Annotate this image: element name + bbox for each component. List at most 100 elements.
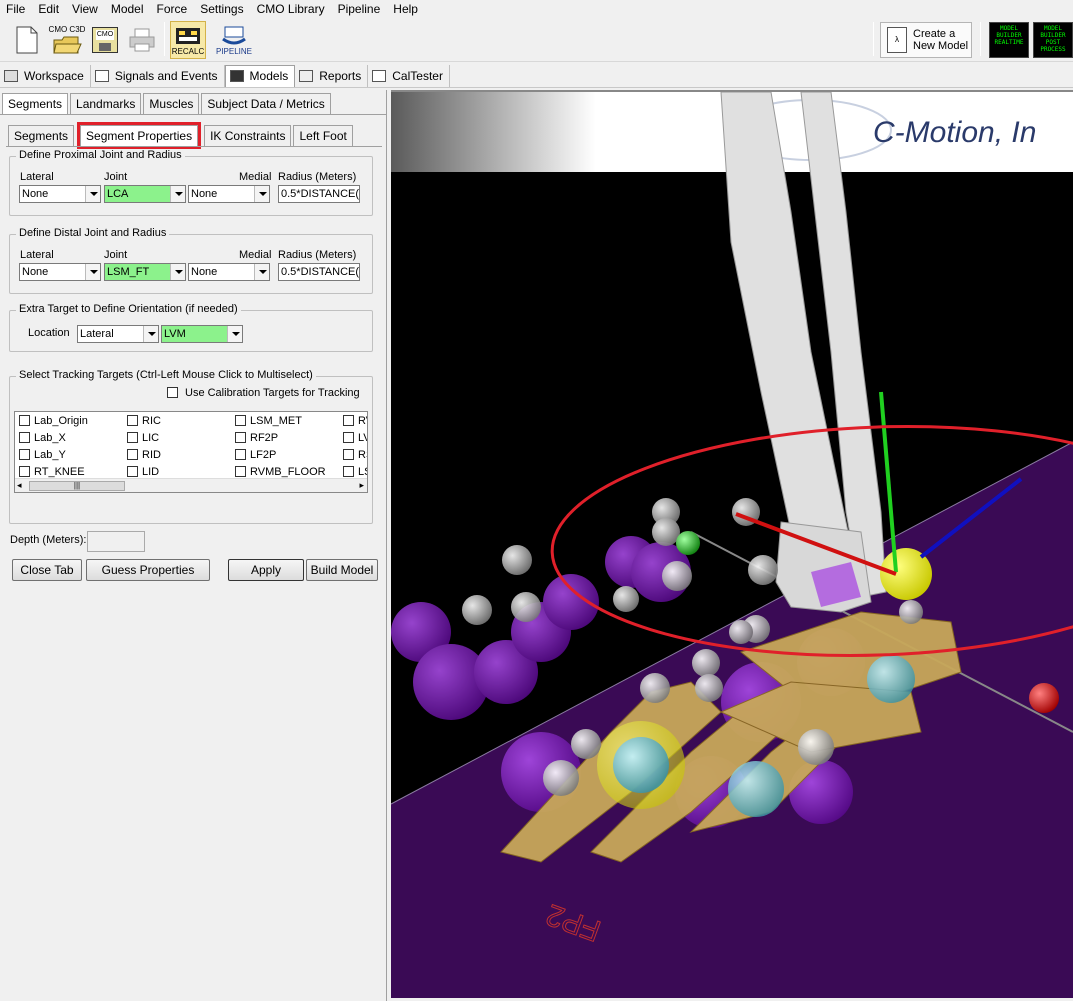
tab-workspace[interactable]: Workspace [0,64,91,87]
menu-edit[interactable]: Edit [32,0,66,18]
tracking-target-checkbox[interactable] [235,415,246,426]
subtab-segment-properties[interactable]: Segment Properties [77,122,202,149]
tracking-target-item[interactable]: LSM_MET [235,415,302,427]
extra-target-value: LVM [164,328,186,340]
save-cmo-button[interactable]: CMO [90,21,120,59]
new-file-button[interactable] [10,21,44,59]
tracking-target-label: Lab_X [34,432,66,444]
tab-reports[interactable]: Reports [295,64,369,87]
tracking-target-checkbox[interactable] [19,466,30,477]
distal-medial-value: None [191,266,218,278]
tab-models[interactable]: Models [224,64,296,87]
tab-caltester[interactable]: CalTester [368,64,450,87]
create-new-model-button[interactable]: λ Create a New Model [880,22,972,58]
tracking-target-checkbox[interactable] [19,449,30,460]
open-cmo-c3d-button[interactable]: CMO C3D [48,21,86,59]
tracking-target-checkbox[interactable] [235,432,246,443]
guess-properties-button[interactable]: Guess Properties [86,559,210,581]
tracking-target-item[interactable]: RS [343,449,367,461]
tracking-target-item[interactable]: RT_KNEE [19,466,85,478]
menu-cmo-library[interactable]: CMO Library [251,0,332,18]
proximal-group-title: Define Proximal Joint and Radius [16,149,185,161]
tracking-target-checkbox[interactable] [19,432,30,443]
location-select[interactable]: Lateral [77,325,159,343]
use-calibration-checkbox[interactable] [167,387,178,398]
proximal-medial-select[interactable]: None [188,185,270,203]
menu-view[interactable]: View [66,0,105,18]
proximal-radius-input[interactable]: 0.5*DISTANCE(I [278,185,360,203]
menu-pipeline[interactable]: Pipeline [332,0,388,18]
proximal-lateral-select[interactable]: None [19,185,101,203]
subtab-left-foot[interactable]: Left Foot [293,125,353,146]
menu-settings[interactable]: Settings [194,0,250,18]
tracking-target-item[interactable]: Lab_Origin [19,415,88,427]
tracking-target-item[interactable]: Lab_X [19,432,66,444]
proximal-joint-label: Joint [104,171,128,183]
distal-joint-select[interactable]: LSM_FT [104,263,186,281]
distal-lateral-select[interactable]: None [19,263,101,281]
tracking-target-item[interactable]: RF2P [235,432,278,444]
subtab-segments-list[interactable]: Segments [8,125,75,146]
tracking-target-label: LID [142,466,160,478]
location-value: Lateral [80,328,114,340]
tracking-target-checkbox[interactable] [127,415,138,426]
scroll-right-icon[interactable]: ▸ [359,480,364,491]
3d-model-viewport[interactable]: C-Motion, In FP2 [391,90,1073,998]
tracking-target-checkbox[interactable] [235,466,246,477]
tracking-target-checkbox[interactable] [343,466,354,477]
tracking-target-item[interactable]: LF2P [235,449,276,461]
menu-file[interactable]: File [0,0,32,18]
tracking-target-checkbox[interactable] [343,415,354,426]
tracking-target-checkbox[interactable] [343,449,354,460]
horizontal-scrollbar[interactable]: ◂ ||| ▸ [15,478,367,492]
model-builder-realtime-button[interactable]: MODEL BUILDER REALTIME [989,22,1029,58]
tracking-target-label: LS [358,466,367,478]
extra-target-select[interactable]: LVM [161,325,243,343]
tracking-target-checkbox[interactable] [127,432,138,443]
proximal-lateral-value: None [22,188,49,200]
distal-medial-select[interactable]: None [188,263,270,281]
scroll-left-icon[interactable]: ◂ [17,480,22,491]
depth-input[interactable] [87,531,145,552]
tracking-target-checkbox[interactable] [343,432,354,443]
save-disk-icon: CMO [92,27,118,53]
tracking-target-checkbox[interactable] [235,449,246,460]
tracking-target-item[interactable]: RVMB_FLOOR [235,466,326,478]
proximal-joint-group: Define Proximal Joint and Radius Lateral… [9,149,373,216]
apply-button[interactable]: Apply [228,559,304,581]
tracking-target-item[interactable]: RIC [127,415,161,427]
tracking-target-item[interactable]: LV [343,432,367,444]
tracking-target-item[interactable]: RID [127,449,161,461]
subtab-muscles[interactable]: Muscles [143,93,200,114]
pipeline-button[interactable]: PIPELINE [214,21,254,59]
tracking-target-label: LV [358,432,367,444]
tracking-target-item[interactable]: RV [343,415,367,427]
tab-signals-and-events[interactable]: Signals and Events [91,64,225,87]
tracking-target-label: Lab_Origin [34,415,88,427]
distal-radius-input[interactable]: 0.5*DISTANCE(I [278,263,360,281]
menu-help[interactable]: Help [387,0,425,18]
subtab-ik-constraints[interactable]: IK Constraints [204,125,292,146]
tracking-target-item[interactable]: LS [343,466,367,478]
tracking-target-item[interactable]: LID [127,466,159,478]
menu-model[interactable]: Model [105,0,151,18]
proximal-joint-select[interactable]: LCA [104,185,186,203]
scrollbar-thumb[interactable]: ||| [29,481,125,491]
menu-force[interactable]: Force [151,0,195,18]
close-tab-button[interactable]: Close Tab [12,559,82,581]
tracking-target-item[interactable]: Lab_Y [19,449,66,461]
print-button[interactable] [126,21,158,59]
tracking-target-checkbox[interactable] [127,466,138,477]
subtab-segments[interactable]: Segments [2,93,69,114]
tracking-targets-list[interactable]: Lab_OriginLab_XLab_YRT_KNEELT_KNEERICLIC… [14,411,368,493]
subtab-landmarks[interactable]: Landmarks [70,93,142,114]
model-builder-post-process-button[interactable]: MODEL BUILDER POST PROCESS [1033,22,1073,58]
tracking-target-item[interactable]: LIC [127,432,159,444]
tracking-target-checkbox[interactable] [127,449,138,460]
build-model-button[interactable]: Build Model [306,559,378,581]
tracking-target-checkbox[interactable] [19,415,30,426]
recalc-button[interactable]: RECALC [170,21,206,59]
tracking-target-label: RIC [142,415,161,427]
tracking-target-label: LF2P [250,449,277,461]
subtab-subject-data[interactable]: Subject Data / Metrics [201,93,331,114]
